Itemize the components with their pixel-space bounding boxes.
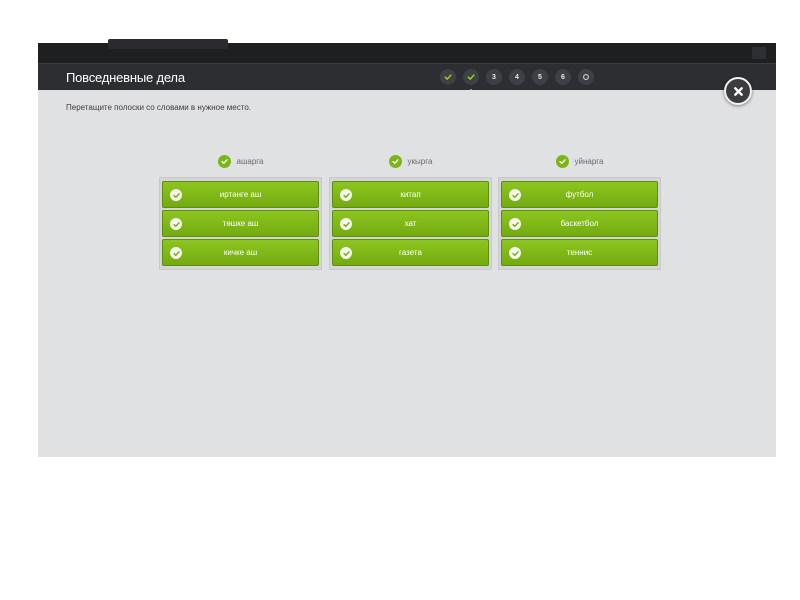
word-strip[interactable]: иртәнге аш (162, 181, 319, 208)
check-icon (509, 247, 521, 259)
column-header: ашарга (159, 152, 322, 170)
step-1[interactable] (440, 69, 456, 85)
close-icon (733, 86, 743, 96)
step-3[interactable]: 3 (486, 69, 502, 85)
column-uynarga: уйнарга футбол баскетбол теннис (498, 152, 661, 270)
check-icon (217, 154, 231, 168)
column-title: уйнарга (574, 156, 604, 166)
word-label: иртәнге аш (219, 190, 262, 199)
exercise-area: Перетащите полоски со словами в нужное м… (38, 90, 776, 457)
instruction-text: Перетащите полоски со словами в нужное м… (66, 103, 251, 112)
word-strip[interactable]: китап (332, 181, 489, 208)
word-strip[interactable]: баскетбол (501, 210, 658, 237)
word-label: хат (404, 219, 417, 228)
check-icon (467, 74, 475, 80)
word-strip[interactable]: теннис (501, 239, 658, 266)
check-icon (340, 189, 352, 201)
step-5[interactable]: 5 (532, 69, 548, 85)
check-icon (340, 247, 352, 259)
word-label: кичке аш (223, 248, 258, 257)
step-2[interactable] (463, 69, 479, 93)
step-4[interactable]: 4 (509, 69, 525, 85)
exercise-title: Повседневные дела (66, 70, 185, 85)
check-icon (509, 218, 521, 230)
check-icon (388, 154, 402, 168)
word-label: китап (400, 190, 421, 199)
check-icon (170, 218, 182, 230)
word-label: газета (399, 248, 422, 257)
step-finish[interactable] (578, 69, 594, 85)
drop-zone[interactable]: иртәнге аш төшке аш кичке аш (159, 177, 322, 270)
close-button[interactable] (724, 77, 752, 105)
word-strip[interactable]: кичке аш (162, 239, 319, 266)
column-header: укырга (329, 152, 492, 170)
column-asharga: ашарга иртәнге аш төшке аш кичке аш (159, 152, 322, 270)
check-icon (444, 74, 452, 80)
top-bar (38, 39, 776, 63)
step-6[interactable]: 6 (555, 69, 571, 85)
word-label: баскетбол (560, 219, 599, 228)
drop-zone[interactable]: китап хат газета (329, 177, 492, 270)
finish-circle-icon (583, 74, 589, 80)
check-icon (170, 247, 182, 259)
word-label: төшке аш (222, 219, 259, 228)
check-icon (340, 218, 352, 230)
top-bar-logo-placeholder (108, 39, 228, 49)
word-strip[interactable]: төшке аш (162, 210, 319, 237)
column-title: укырга (407, 156, 433, 166)
column-header: уйнарга (498, 152, 661, 170)
word-strip[interactable]: газета (332, 239, 489, 266)
word-strip[interactable]: хат (332, 210, 489, 237)
word-label: теннис (566, 248, 593, 257)
exercise-header: Повседневные дела 3 4 5 6 (38, 63, 776, 93)
column-title: ашарга (236, 156, 264, 166)
drop-zone[interactable]: футбол баскетбол теннис (498, 177, 661, 270)
step-indicator: 3 4 5 6 (440, 69, 594, 93)
word-label: футбол (565, 190, 594, 199)
check-icon (509, 189, 521, 201)
check-icon (170, 189, 182, 201)
column-ukyrga: укырга китап хат газета (329, 152, 492, 270)
check-icon (555, 154, 569, 168)
word-strip[interactable]: футбол (501, 181, 658, 208)
top-bar-corner-button[interactable] (752, 47, 766, 59)
